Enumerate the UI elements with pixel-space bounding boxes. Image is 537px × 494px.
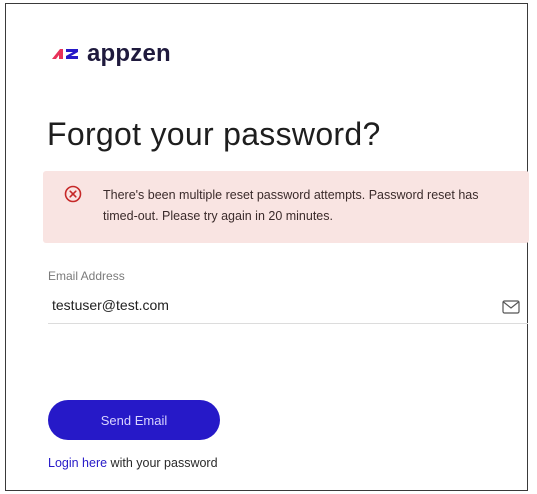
email-field[interactable]: testuser@test.com bbox=[48, 289, 528, 324]
login-suffix-text: with your password bbox=[107, 456, 218, 470]
forgot-password-panel: appzen Forgot your password? There's bee… bbox=[5, 3, 529, 491]
appzen-logo: appzen bbox=[50, 40, 171, 68]
page-title: Forgot your password? bbox=[47, 116, 381, 152]
login-here-link[interactable]: Login here bbox=[48, 456, 107, 470]
error-alert: There's been multiple reset password att… bbox=[43, 171, 529, 243]
envelope-icon bbox=[502, 300, 520, 314]
send-email-button[interactable]: Send Email bbox=[48, 400, 220, 440]
appzen-logo-mark-icon bbox=[52, 49, 78, 59]
alert-message: There's been multiple reset password att… bbox=[103, 188, 479, 223]
brand-name: appzen bbox=[87, 40, 171, 67]
error-circle-x-icon bbox=[64, 185, 82, 203]
email-value[interactable]: testuser@test.com bbox=[52, 297, 169, 313]
login-prompt: Login here with your password bbox=[48, 456, 218, 470]
email-field-label: Email Address bbox=[48, 269, 125, 283]
